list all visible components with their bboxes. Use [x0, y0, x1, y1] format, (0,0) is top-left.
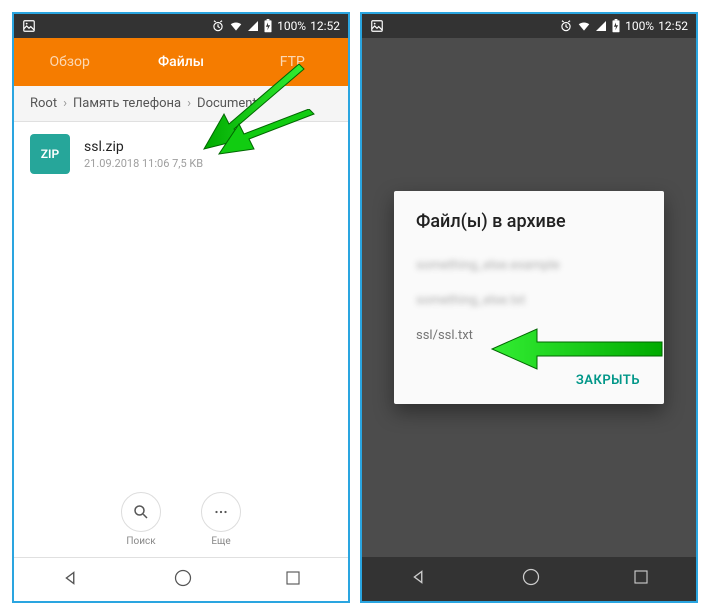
wifi-icon: [229, 19, 243, 33]
alarm-icon: [211, 19, 225, 33]
search-icon: [121, 492, 161, 532]
battery-percent: 100%: [625, 19, 654, 33]
archive-file-item[interactable]: something_else.example: [394, 248, 664, 283]
nav-back[interactable]: [40, 559, 102, 601]
tab-files[interactable]: Файлы: [125, 40, 236, 84]
file-row[interactable]: ZIP ssl.zip 21.09.2018 11:06 7,5 KB: [14, 122, 348, 186]
file-list: ZIP ssl.zip 21.09.2018 11:06 7,5 KB: [14, 122, 348, 186]
file-name: ssl.zip: [84, 139, 332, 155]
zip-icon: ZIP: [30, 134, 70, 174]
statusbar: 100% 12:52: [362, 14, 696, 38]
clock-time: 12:52: [658, 19, 688, 33]
image-icon: [370, 19, 384, 33]
crumb-storage[interactable]: Память телефона: [67, 96, 187, 111]
nav-home[interactable]: [153, 560, 213, 600]
tab-overview[interactable]: Обзор: [14, 40, 125, 84]
phone-right: 100% 12:52 Файл(ы) в архиве something_el…: [360, 12, 698, 603]
nav-back[interactable]: [388, 558, 450, 600]
more-icon: [201, 492, 241, 532]
bottom-actions: Поиск Еще: [14, 492, 348, 547]
alarm-icon: [559, 19, 573, 33]
phone-left: 100% 12:52 Обзор Файлы FTP Root › Память…: [12, 12, 350, 603]
nav-recent[interactable]: [264, 561, 322, 599]
breadcrumb: Root › Память телефона › Document: [14, 86, 348, 122]
search-label: Поиск: [126, 536, 155, 547]
more-label: Еще: [211, 536, 230, 547]
archive-file-item[interactable]: something_else.txt: [394, 283, 664, 318]
wifi-icon: [577, 19, 591, 33]
crumb-root[interactable]: Root: [24, 96, 63, 111]
clock-time: 12:52: [310, 19, 340, 33]
signal-icon: [247, 20, 259, 32]
crumb-document[interactable]: Document: [191, 96, 263, 111]
dialog-actions: ЗАКРЫТЬ: [394, 357, 664, 396]
image-icon: [22, 19, 36, 33]
navbar: [14, 557, 348, 601]
tab-bar: Обзор Файлы FTP: [14, 38, 348, 86]
signal-icon: [595, 20, 607, 32]
dialog-overlay: Файл(ы) в архиве something_else.example …: [362, 38, 696, 557]
battery-icon: [611, 19, 621, 33]
navbar: [362, 557, 696, 601]
battery-icon: [263, 19, 273, 33]
dialog-file-list: something_else.example something_else.tx…: [394, 244, 664, 357]
nav-recent[interactable]: [612, 560, 670, 598]
search-button[interactable]: Поиск: [121, 492, 161, 547]
archive-dialog: Файл(ы) в архиве something_else.example …: [394, 191, 664, 404]
file-meta: 21.09.2018 11:06 7,5 KB: [84, 157, 332, 170]
nav-home[interactable]: [501, 559, 561, 599]
archive-file-item[interactable]: ssl/ssl.txt: [394, 318, 664, 353]
more-button[interactable]: Еще: [201, 492, 241, 547]
battery-percent: 100%: [277, 19, 306, 33]
statusbar: 100% 12:52: [14, 14, 348, 38]
tab-ftp[interactable]: FTP: [237, 40, 348, 84]
close-button[interactable]: ЗАКРЫТЬ: [566, 365, 650, 396]
dialog-title: Файл(ы) в архиве: [394, 211, 664, 244]
